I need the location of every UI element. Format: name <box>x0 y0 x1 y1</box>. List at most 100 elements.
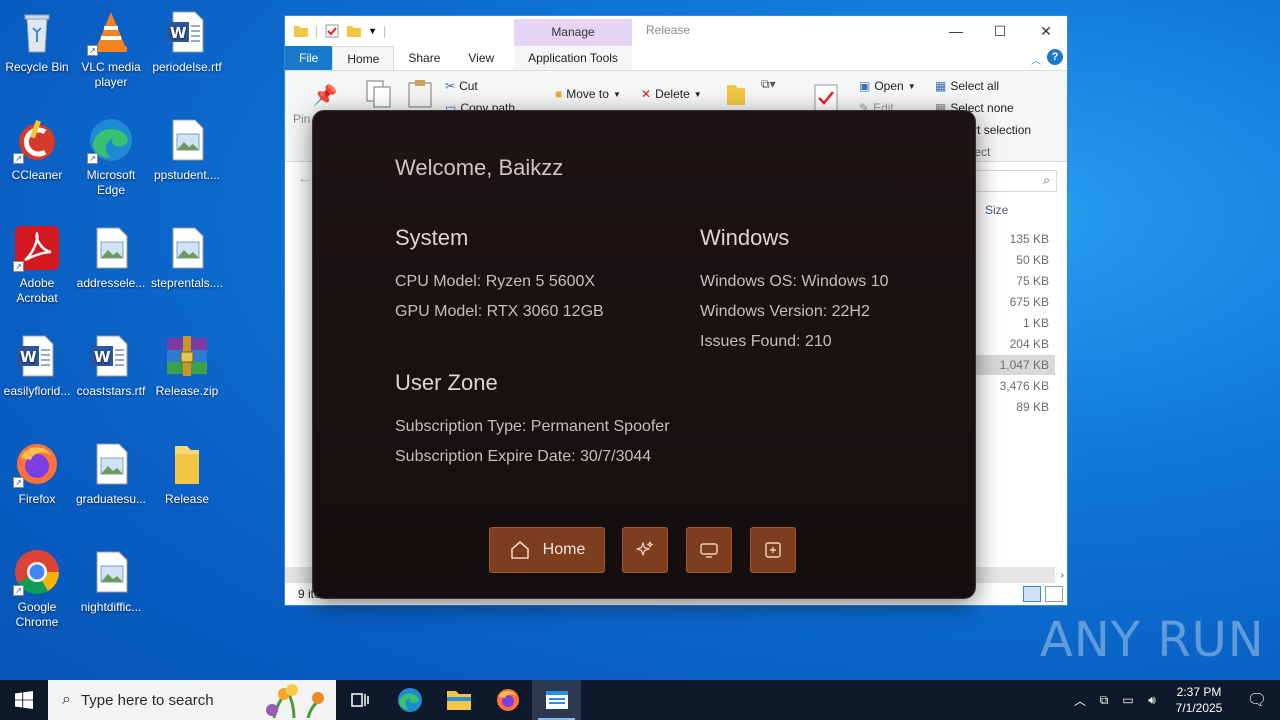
taskbar-file-explorer-button[interactable] <box>434 680 483 720</box>
ribbon-tabs: File Home Share View Application Tools ︿… <box>285 46 1067 70</box>
explorer-title-bar[interactable]: | ▼ | Manage Release — ☐ ✕ <box>285 16 1069 69</box>
taskbar-edge-button[interactable] <box>385 680 434 720</box>
close-button[interactable]: ✕ <box>1023 16 1069 46</box>
clock[interactable]: 2:37 PM 7/1/2025 <box>1164 684 1234 716</box>
nav-home-button[interactable]: Home <box>489 527 605 573</box>
sparkles-icon <box>636 541 654 556</box>
select-all-button[interactable]: ▦ Select all <box>935 79 999 93</box>
new-item-icon[interactable]: ⧉▾ <box>761 77 776 92</box>
open-button[interactable]: ▣ Open ▼ <box>859 79 916 93</box>
tab-view[interactable]: View <box>454 46 508 70</box>
desktop-icon-google-chrome[interactable]: ↗ Google Chrome <box>0 548 74 630</box>
details-view-icon[interactable] <box>1023 586 1041 602</box>
file-size-selected: 1,047 KB <box>975 355 1055 375</box>
manage-label: Manage <box>551 25 595 39</box>
cut-button[interactable]: ✂ Cut <box>445 79 478 93</box>
help-icon[interactable]: ? <box>1047 49 1063 65</box>
desktop-icon-microsoft-edge[interactable]: ↗ Microsoft Edge <box>74 116 148 198</box>
file-size: 1 KB <box>1022 316 1049 330</box>
properties-icon[interactable] <box>324 23 340 39</box>
collapse-ribbon-icon[interactable]: ︿ <box>1031 52 1041 67</box>
word-document-icon: W <box>13 332 61 380</box>
back-arrow-icon[interactable]: ← <box>297 170 313 188</box>
user-zone-heading: User Zone <box>395 370 498 395</box>
firefox-icon: ↗ <box>13 440 61 488</box>
chevron-up-icon[interactable]: ︿ <box>1068 692 1092 709</box>
vlc-icon: ↗ <box>87 8 135 56</box>
desktop-icon-easilyflorid[interactable]: W easilyflorid... <box>0 332 74 399</box>
system-tray: ︿ ⧉ ▭ 🔊︎ 2:37 PM 7/1/2025 🗨︎ <box>1068 680 1280 720</box>
desktop-icon-firefox[interactable]: ↗ Firefox <box>0 440 74 507</box>
shortcut-arrow-icon: ↗ <box>87 153 98 164</box>
desktop-icon-addressele[interactable]: addressele... <box>74 224 148 291</box>
word-document-icon: W <box>87 332 135 380</box>
search-icon: ⌕ <box>1043 173 1050 187</box>
column-header-size[interactable]: Size <box>985 203 1008 217</box>
folder-icon <box>163 440 211 488</box>
move-to-button[interactable]: ■ Move to ▼ <box>555 87 621 101</box>
windows-logo-icon <box>15 691 33 709</box>
chevron-down-icon[interactable]: ▼ <box>368 26 377 36</box>
edge-icon <box>397 688 422 712</box>
desktop-icon-release-zip[interactable]: Release.zip <box>150 332 224 399</box>
image-file-icon <box>163 224 211 272</box>
shortcut-arrow-icon: ↗ <box>13 261 24 272</box>
search-box[interactable]: ⌕ <box>975 170 1057 192</box>
nav-add-button[interactable] <box>750 527 796 573</box>
taskbar: ⌕ Type here to search ︿ ⧉ ▭ 🔊︎ 2:37 PM 7… <box>0 680 1280 720</box>
notification-center-icon[interactable]: 🗨︎ <box>1234 690 1280 710</box>
chevron-down-icon: ▼ <box>612 89 621 99</box>
desktop-icon-steprentals[interactable]: steprentals.... <box>150 224 224 291</box>
volume-icon[interactable]: 🔊︎ <box>1140 693 1164 708</box>
new-folder-icon <box>727 85 745 105</box>
desktop-icon-recycle-bin[interactable]: Recycle Bin <box>0 8 74 75</box>
file-size: 50 KB <box>1016 253 1049 267</box>
taskbar-search-box[interactable]: ⌕ Type here to search <box>48 680 336 720</box>
paste-icon[interactable] <box>407 79 433 109</box>
windows-heading: Windows <box>700 225 790 250</box>
desktop-icon-ccleaner[interactable]: ↗ CCleaner <box>0 116 74 183</box>
taskbar-firefox-button[interactable] <box>483 680 532 720</box>
minimize-button[interactable]: — <box>933 16 979 46</box>
taskbar-active-app-button[interactable] <box>532 680 581 720</box>
maximize-button[interactable]: ☐ <box>977 16 1023 46</box>
desktop-icon-adobe-acrobat[interactable]: ↗ Adobe Acrobat <box>0 224 74 306</box>
desktop-icon-nightdiffic[interactable]: nightdiffic... <box>74 548 148 615</box>
tab-application-tools[interactable]: Application Tools <box>514 46 632 70</box>
desktop-icon-ppstudent[interactable]: ppstudent.... <box>150 116 224 183</box>
copy-icon[interactable] <box>365 79 393 109</box>
scroll-right-icon[interactable]: › <box>1061 570 1064 581</box>
task-view-button[interactable] <box>336 680 385 720</box>
large-icons-view-icon[interactable] <box>1045 586 1063 602</box>
new-folder-button[interactable] <box>725 81 747 107</box>
nav-sparkles-button[interactable] <box>622 527 668 573</box>
desktop-icon-vlc[interactable]: ↗ VLC media player <box>74 8 148 90</box>
shortcut-arrow-icon: ↗ <box>13 153 24 164</box>
spoofer-app-window[interactable]: Welcome, Baikzz System CPU Model: Ryzen … <box>312 110 976 599</box>
tab-home[interactable]: Home <box>332 46 395 70</box>
anyrun-watermark: ANY RUN <box>1040 612 1265 668</box>
network-adapter-icon[interactable]: ⧉ <box>1092 693 1116 708</box>
desktop-icon-coaststars[interactable]: W coaststars.rtf <box>74 332 148 399</box>
tab-share[interactable]: Share <box>394 46 454 70</box>
file-size: 204 KB <box>1009 337 1049 351</box>
folder-icon <box>446 691 471 710</box>
desktop-icon-release-folder[interactable]: Release <box>150 440 224 507</box>
folder-icon: ■ <box>555 87 563 101</box>
new-folder-icon[interactable] <box>346 23 362 39</box>
desktop-icon-periodelse[interactable]: W periodelse.rtf <box>150 8 224 75</box>
network-icon[interactable]: ▭ <box>1116 693 1140 707</box>
tab-file[interactable]: File <box>285 46 333 70</box>
delete-button[interactable]: ✕ Delete ▼ <box>641 87 702 101</box>
firefox-icon <box>496 689 519 711</box>
nav-monitor-button[interactable] <box>686 527 732 573</box>
desktop-icon-graduatesu[interactable]: graduatesu... <box>74 440 148 507</box>
file-size: 135 KB <box>1009 232 1049 246</box>
svg-text:W: W <box>170 24 187 42</box>
chevron-down-icon: ▼ <box>693 89 702 99</box>
cpu-model: CPU Model: Ryzen 5 5600X <box>395 273 596 290</box>
properties-button[interactable] <box>813 83 839 113</box>
start-button[interactable] <box>0 680 48 720</box>
app-window-icon <box>545 691 568 709</box>
select-all-icon: ▦ <box>935 79 947 93</box>
